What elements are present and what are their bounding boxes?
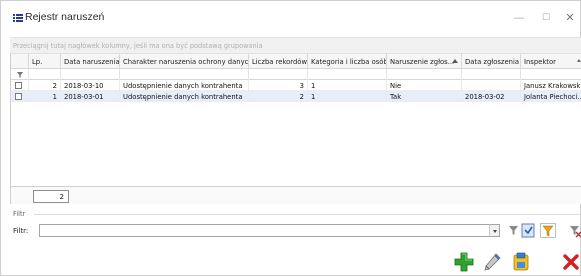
group-by-hint: Przeciągnij tutaj nagłówek kolumny, jeśl… xyxy=(13,42,263,50)
column-header-check[interactable] xyxy=(11,54,29,69)
chevron-down-icon xyxy=(493,230,497,233)
record-count: 2 xyxy=(33,190,69,203)
cell-data-naruszenia: 2018-03-10 xyxy=(61,80,120,91)
cell-data-zgloszenia: 2018-03-02 xyxy=(462,91,521,102)
add-icon[interactable] xyxy=(453,251,475,273)
maximize-icon[interactable]: ☐ xyxy=(536,10,556,26)
funnel-icon[interactable] xyxy=(17,72,23,78)
filter-input[interactable] xyxy=(39,224,499,237)
print-icon[interactable] xyxy=(510,251,532,273)
filter-section-title: Filtr xyxy=(13,210,26,218)
filter-divider xyxy=(34,214,581,215)
cell-zgloszone: Nie xyxy=(387,80,462,91)
cell-kategoria: 1 xyxy=(308,80,387,91)
title-bar: Rejestr naruszeń — ☐ ✕ xyxy=(1,1,581,35)
remove-filter-icon[interactable] xyxy=(568,222,581,239)
column-header-kategoria[interactable]: Kategoria i liczba osób xyxy=(308,54,387,69)
filter-cell-inspektor[interactable] xyxy=(521,69,581,80)
column-header-inspektor-label: Inspektor xyxy=(524,58,556,66)
window: Rejestr naruszeń — ☐ ✕ Przeciągnij tutaj… xyxy=(0,0,581,276)
cell-lp: 1 xyxy=(29,91,61,102)
cell-inspektor: Jolanta Piechoci... xyxy=(524,93,581,101)
column-header-data-zgloszenia[interactable]: Data zgłoszenia xyxy=(462,54,521,69)
cell-kategoria: 1 xyxy=(308,91,387,102)
cell-zgloszone: Tak xyxy=(387,91,462,102)
filter-section: Filtr Filtr: xyxy=(10,208,581,248)
sort-ascending-icon xyxy=(452,59,458,63)
apply-filter-icon[interactable] xyxy=(540,222,556,239)
minimize-icon[interactable]: — xyxy=(509,10,529,26)
cell-data-naruszenia: 2018-03-01 xyxy=(61,91,120,102)
table-row[interactable]: 2 2018-03-10 Udostępnienie danych kontra… xyxy=(11,80,581,91)
filter-clear-icon[interactable] xyxy=(507,222,521,239)
table-row[interactable]: 1 2018-03-01 Udostępnienie danych kontra… xyxy=(11,91,581,102)
cell-charakter: Udostępnienie danych kontrahenta xyxy=(120,80,249,91)
column-menu-icon xyxy=(577,59,581,62)
column-header-zgloszone-label: Naruszenie zgłos... xyxy=(390,58,455,66)
column-header-lp[interactable]: Lp. xyxy=(29,54,61,69)
grid-filter-row[interactable] xyxy=(11,69,581,80)
window-title: Rejestr naruszeń xyxy=(25,11,105,23)
column-header-charakter[interactable]: Charakter naruszenia ochrony danych xyxy=(120,54,249,69)
cell-charakter: Udostępnienie danych kontrahenta xyxy=(120,91,249,102)
cell-inspektor: Janusz Krakowski xyxy=(524,82,581,90)
edit-icon[interactable] xyxy=(481,251,503,273)
grid-footer: 2 xyxy=(10,186,581,204)
filter-cell-data-zgloszenia[interactable] xyxy=(462,69,521,80)
cell-lp: 2 xyxy=(29,80,61,91)
column-header-liczba-rekordow[interactable]: Liczba rekordów xyxy=(249,54,308,69)
cell-liczba-rekordow: 3 xyxy=(249,80,308,91)
cell-data-zgloszenia xyxy=(462,80,521,91)
filter-dropdown-button[interactable] xyxy=(489,224,500,237)
filter-label: Filtr: xyxy=(13,227,29,235)
cell-liczba-rekordow: 2 xyxy=(249,91,308,102)
row-checkbox[interactable] xyxy=(15,93,22,100)
filter-cell-zgloszone[interactable] xyxy=(387,69,462,80)
column-header-zgloszone[interactable]: Naruszenie zgłos... xyxy=(387,54,462,69)
delete-icon[interactable] xyxy=(560,251,581,273)
column-header-inspektor[interactable]: Inspektor xyxy=(521,54,581,69)
filter-cell-charakter[interactable] xyxy=(120,69,249,80)
filter-cell-kategoria[interactable] xyxy=(308,69,387,80)
column-header-data-naruszenia[interactable]: Data naruszenia xyxy=(61,54,120,69)
group-by-panel[interactable]: Przeciągnij tutaj nagłówek kolumny, jeśl… xyxy=(10,37,581,54)
filter-cell-lp[interactable] xyxy=(29,69,61,80)
filter-cell-liczba-rekordow[interactable] xyxy=(249,69,308,80)
filter-cell-data-naruszenia[interactable] xyxy=(61,69,120,80)
toggle-filter-icon[interactable] xyxy=(521,222,535,239)
register-list-icon xyxy=(13,14,23,22)
data-grid: Lp. Data naruszenia Charakter naruszenia… xyxy=(10,54,581,186)
close-icon[interactable]: ✕ xyxy=(560,10,580,26)
row-checkbox[interactable] xyxy=(15,82,22,89)
